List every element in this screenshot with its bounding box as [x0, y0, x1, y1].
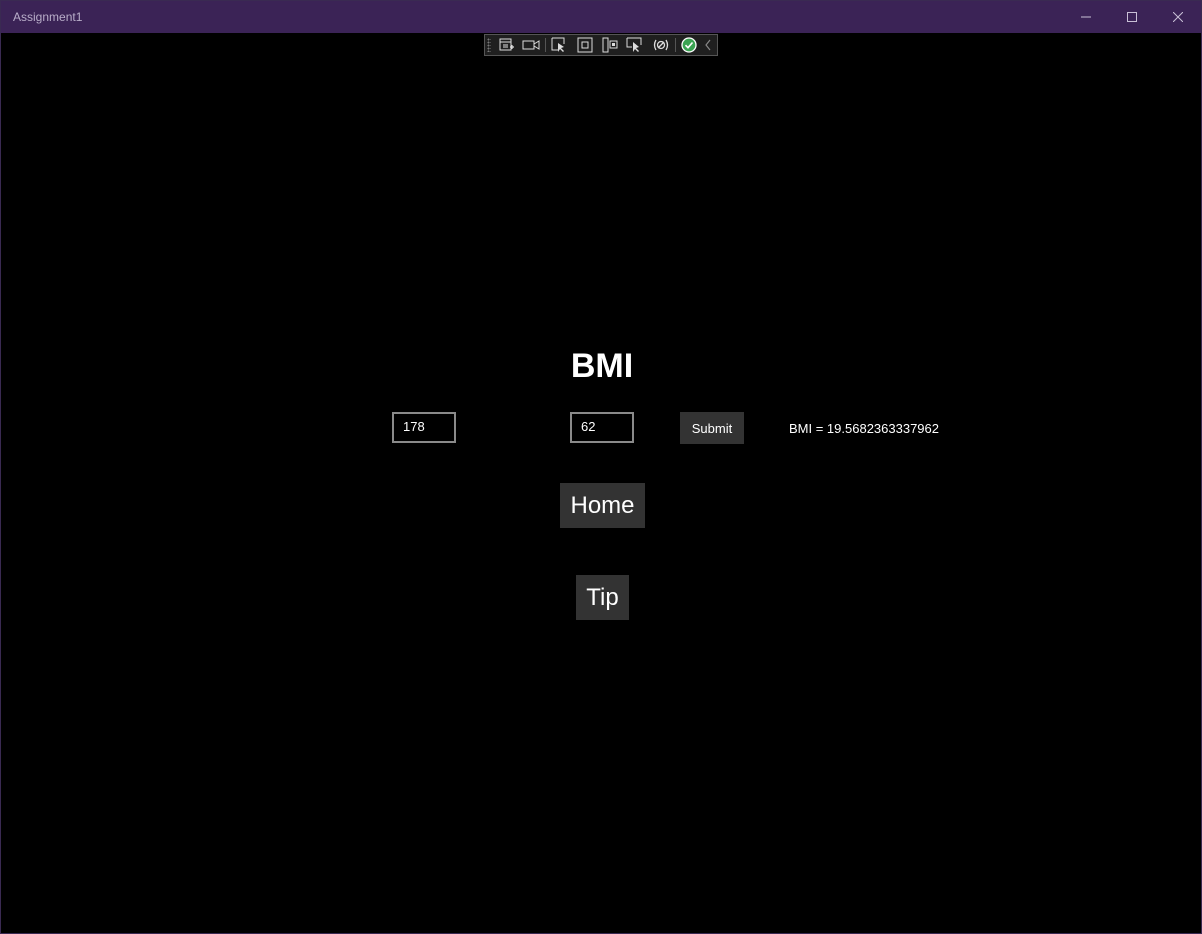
app-window: Assignment1 BMI 178 62 Submit BMI = 19.5…: [0, 0, 1202, 934]
submit-button[interactable]: Submit: [680, 412, 744, 444]
maximize-icon: [1127, 12, 1137, 22]
maximize-button[interactable]: [1109, 1, 1155, 33]
window-title: Assignment1: [13, 10, 83, 24]
tip-button[interactable]: Tip: [576, 575, 629, 620]
minimize-icon: [1081, 16, 1091, 18]
bmi-result: BMI = 19.5682363337962: [789, 421, 939, 436]
display-layout-adorners-icon[interactable]: [576, 37, 594, 53]
toolbar-grip[interactable]: [487, 38, 491, 52]
track-focus-icon[interactable]: [601, 37, 619, 53]
video-icon[interactable]: [522, 37, 540, 53]
close-button[interactable]: [1155, 1, 1201, 33]
height-input[interactable]: [392, 412, 456, 443]
weight-input[interactable]: [570, 412, 634, 443]
live-visual-tree-icon[interactable]: [498, 37, 516, 53]
close-icon: [1173, 12, 1183, 22]
page-title: BMI: [570, 347, 634, 385]
collapse-toolbar-icon[interactable]: [702, 37, 714, 53]
hot-reload-status-icon[interactable]: [680, 37, 698, 53]
select-element-icon[interactable]: [550, 37, 568, 53]
toolbar-separator: [675, 38, 676, 52]
hot-reload-icon[interactable]: [652, 37, 670, 53]
toolbar-separator: [545, 38, 546, 52]
minimize-button[interactable]: [1063, 1, 1109, 33]
home-button[interactable]: Home: [560, 483, 645, 528]
xaml-debug-toolbar: [484, 34, 718, 56]
binding-failures-icon[interactable]: [626, 37, 644, 53]
title-bar[interactable]: Assignment1: [1, 1, 1201, 33]
